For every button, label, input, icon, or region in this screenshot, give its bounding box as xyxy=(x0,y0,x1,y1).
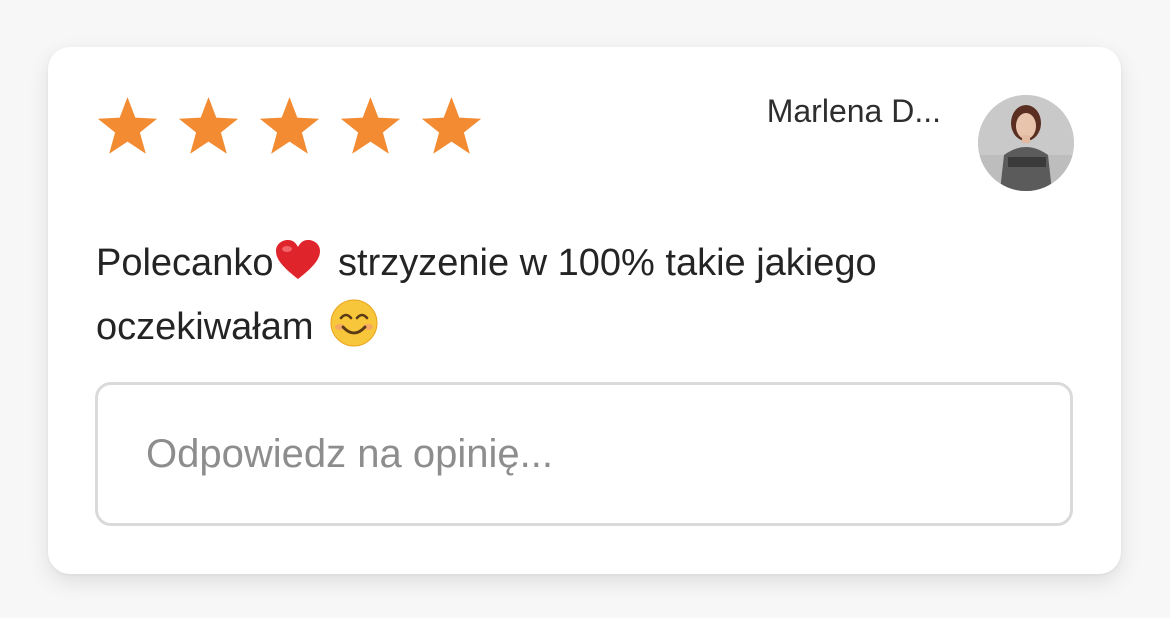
star-icon xyxy=(259,97,320,154)
review-text: Polecanko strzyzenie w 100% takie jakieg… xyxy=(96,231,1056,359)
star-icon xyxy=(340,97,401,154)
author-name: Marlena D... xyxy=(766,93,941,129)
review-text-part1: Polecanko xyxy=(96,242,274,284)
avatar-photo xyxy=(978,95,1074,191)
star-rating xyxy=(95,95,484,157)
smiling-face-emoji-icon xyxy=(330,299,378,347)
star-icon xyxy=(421,97,482,154)
avatar xyxy=(978,95,1074,191)
star-icon xyxy=(97,97,158,154)
star-icon xyxy=(178,97,239,154)
heart-emoji-icon xyxy=(276,240,321,279)
reply-input[interactable] xyxy=(95,382,1073,526)
review-card: Marlena D... Polecanko strzyzenie w 100%… xyxy=(48,47,1121,574)
